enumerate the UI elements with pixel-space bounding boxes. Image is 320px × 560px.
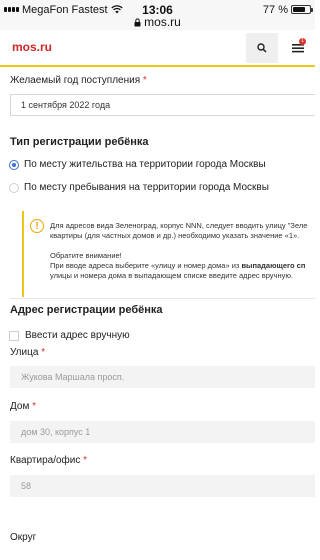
lock-icon xyxy=(134,17,141,26)
search-button[interactable] xyxy=(246,33,278,63)
info-line-5: улицы и номера дома в выпадающем списке … xyxy=(50,271,294,280)
house-label: Дом * xyxy=(10,401,36,412)
info-line-4-bold: выпадающего сп xyxy=(241,261,306,270)
info-icon: ! xyxy=(30,219,44,233)
year-label-text: Желаемый год поступления xyxy=(10,75,141,86)
radio-stay-label[interactable]: По месту пребывания на территории города… xyxy=(24,182,269,193)
info-line-1: Для адресов вида Зеленоград, корпус NNN,… xyxy=(50,221,308,230)
apartment-label: Квартира/офис * xyxy=(10,455,87,466)
required-mark: * xyxy=(142,75,147,86)
radio-stay[interactable] xyxy=(9,183,19,193)
street-input[interactable]: Жукова Маршала просп. xyxy=(10,366,315,388)
notification-badge: 1 xyxy=(299,38,306,45)
info-line-2: квартиры (для частных домов и др.) необх… xyxy=(50,231,300,240)
search-icon xyxy=(257,43,267,53)
required-mark: * xyxy=(32,401,37,412)
manual-address-label[interactable]: Ввести адрес вручную xyxy=(25,330,130,341)
section-divider xyxy=(10,298,315,299)
street-label-text: Улица xyxy=(10,347,39,358)
house-input[interactable]: дом 30, корпус 1 xyxy=(10,421,315,443)
year-select[interactable]: 1 сентября 2022 года xyxy=(10,94,315,116)
info-text: Для адресов вида Зеленоград, корпус NNN,… xyxy=(50,221,315,281)
site-logo[interactable]: mos.ru xyxy=(12,40,52,54)
site-header: mos.ru 1 xyxy=(0,30,315,67)
radio-residence-label[interactable]: По месту жительства на территории города… xyxy=(24,159,266,170)
status-bar: MegaFon Fastest 77 % 13:06 mos.ru xyxy=(0,0,315,30)
district-label: Округ xyxy=(10,532,37,543)
house-label-text: Дом xyxy=(10,401,30,412)
street-label: Улица * xyxy=(10,347,45,358)
url-text: mos.ru xyxy=(144,15,181,29)
url-bar[interactable]: mos.ru xyxy=(0,15,315,29)
info-line-4-start: При вводе адреса выберите «улицу и номер… xyxy=(50,261,242,270)
required-mark: * xyxy=(83,455,88,466)
registration-type-title: Тип регистрации ребёнка xyxy=(10,136,149,148)
manual-address-checkbox[interactable] xyxy=(9,331,19,341)
info-notice: ! Для адресов вида Зеленоград, корпус NN… xyxy=(22,211,315,297)
radio-residence[interactable] xyxy=(9,160,19,170)
menu-button[interactable]: 1 xyxy=(284,33,312,63)
required-mark: * xyxy=(41,347,46,358)
year-label: Желаемый год поступления * xyxy=(10,75,147,86)
apartment-input[interactable]: 58 xyxy=(10,475,315,497)
info-line-4: При вводе адреса выберите «улицу и номер… xyxy=(50,261,315,271)
apartment-label-text: Квартира/офис xyxy=(10,455,81,466)
address-section-title: Адрес регистрации ребёнка xyxy=(10,304,163,316)
info-line-3: Обратите внимание! xyxy=(50,251,122,260)
